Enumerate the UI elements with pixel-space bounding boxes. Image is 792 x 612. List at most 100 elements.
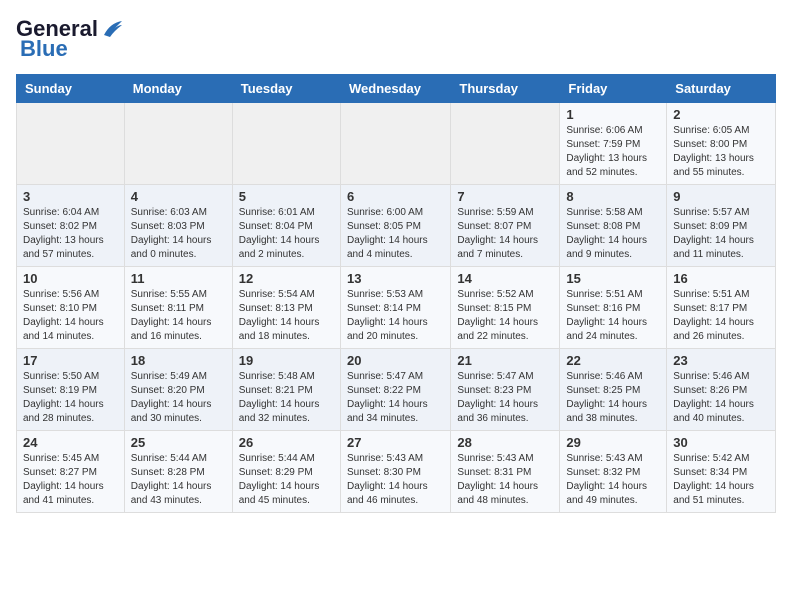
calendar-cell: 11 Sunrise: 5:55 AM Sunset: 8:11 PM Dayli… <box>124 267 232 349</box>
calendar-cell: 2 Sunrise: 6:05 AM Sunset: 8:00 PM Daylig… <box>667 103 776 185</box>
weekday-header-saturday: Saturday <box>667 75 776 103</box>
calendar-cell: 9 Sunrise: 5:57 AM Sunset: 8:09 PM Daylig… <box>667 185 776 267</box>
weekday-header-sunday: Sunday <box>17 75 125 103</box>
calendar-cell: 10 Sunrise: 5:56 AM Sunset: 8:10 PM Dayli… <box>17 267 125 349</box>
calendar-cell: 8 Sunrise: 5:58 AM Sunset: 8:08 PM Daylig… <box>560 185 667 267</box>
calendar-header: SundayMondayTuesdayWednesdayThursdayFrid… <box>17 75 776 103</box>
cell-info: Sunrise: 5:43 AM Sunset: 8:31 PM Dayligh… <box>457 452 553 508</box>
cell-info: Sunrise: 5:43 AM Sunset: 8:32 PM Dayligh… <box>566 452 660 508</box>
day-number: 16 <box>673 271 769 286</box>
cell-info: Sunrise: 6:05 AM Sunset: 8:00 PM Dayligh… <box>673 124 769 180</box>
cell-info: Sunrise: 5:48 AM Sunset: 8:21 PM Dayligh… <box>239 370 334 426</box>
day-number: 27 <box>347 435 444 450</box>
calendar-cell: 17 Sunrise: 5:50 AM Sunset: 8:19 PM Dayli… <box>17 349 125 431</box>
day-number: 14 <box>457 271 553 286</box>
calendar-cell: 25Sunrise: 5:44 AM Sunset: 8:28 PM Dayli… <box>124 431 232 513</box>
cell-info: Sunrise: 5:52 AM Sunset: 8:15 PM Dayligh… <box>457 288 553 344</box>
calendar-body: 1 Sunrise: 6:06 AM Sunset: 7:59 PM Daylig… <box>17 103 776 513</box>
day-number: 17 <box>23 353 118 368</box>
day-number: 5 <box>239 189 334 204</box>
cell-info: Sunrise: 5:50 AM Sunset: 8:19 PM Dayligh… <box>23 370 118 426</box>
cell-info: Sunrise: 5:51 AM Sunset: 8:17 PM Dayligh… <box>673 288 769 344</box>
logo-blue: Blue <box>20 36 68 62</box>
cell-info: Sunrise: 5:43 AM Sunset: 8:30 PM Dayligh… <box>347 452 444 508</box>
cell-info: Sunrise: 5:54 AM Sunset: 8:13 PM Dayligh… <box>239 288 334 344</box>
calendar-cell: 3 Sunrise: 6:04 AM Sunset: 8:02 PM Daylig… <box>17 185 125 267</box>
calendar-cell: 4 Sunrise: 6:03 AM Sunset: 8:03 PM Daylig… <box>124 185 232 267</box>
day-number: 30 <box>673 435 769 450</box>
day-number: 18 <box>131 353 226 368</box>
calendar-cell: 19 Sunrise: 5:48 AM Sunset: 8:21 PM Dayli… <box>232 349 340 431</box>
calendar-cell: 14 Sunrise: 5:52 AM Sunset: 8:15 PM Dayli… <box>451 267 560 349</box>
cell-info: Sunrise: 5:44 AM Sunset: 8:28 PM Dayligh… <box>131 452 226 508</box>
cell-info: Sunrise: 6:04 AM Sunset: 8:02 PM Dayligh… <box>23 206 118 262</box>
day-number: 19 <box>239 353 334 368</box>
calendar-cell <box>17 103 125 185</box>
calendar-cell: 6 Sunrise: 6:00 AM Sunset: 8:05 PM Daylig… <box>340 185 450 267</box>
cell-info: Sunrise: 5:51 AM Sunset: 8:16 PM Dayligh… <box>566 288 660 344</box>
day-number: 28 <box>457 435 553 450</box>
calendar-cell: 21 Sunrise: 5:47 AM Sunset: 8:23 PM Dayli… <box>451 349 560 431</box>
day-number: 9 <box>673 189 769 204</box>
day-number: 1 <box>566 107 660 122</box>
day-number: 15 <box>566 271 660 286</box>
day-number: 2 <box>673 107 769 122</box>
calendar-cell: 26 Sunrise: 5:44 AM Sunset: 8:29 PM Dayli… <box>232 431 340 513</box>
weekday-header-friday: Friday <box>560 75 667 103</box>
calendar-cell: 22 Sunrise: 5:46 AM Sunset: 8:25 PM Dayli… <box>560 349 667 431</box>
calendar-cell <box>124 103 232 185</box>
calendar-cell: 7Sunrise: 5:59 AM Sunset: 8:07 PM Daylig… <box>451 185 560 267</box>
day-number: 8 <box>566 189 660 204</box>
cell-info: Sunrise: 5:47 AM Sunset: 8:22 PM Dayligh… <box>347 370 444 426</box>
day-number: 11 <box>131 271 226 286</box>
day-number: 3 <box>23 189 118 204</box>
calendar-cell: 28 Sunrise: 5:43 AM Sunset: 8:31 PM Dayli… <box>451 431 560 513</box>
calendar-cell <box>340 103 450 185</box>
cell-info: Sunrise: 5:46 AM Sunset: 8:26 PM Dayligh… <box>673 370 769 426</box>
day-number: 21 <box>457 353 553 368</box>
day-number: 10 <box>23 271 118 286</box>
day-number: 6 <box>347 189 444 204</box>
logo: General Blue <box>16 16 124 62</box>
logo-bird-icon <box>102 19 124 39</box>
day-number: 23 <box>673 353 769 368</box>
weekday-header-thursday: Thursday <box>451 75 560 103</box>
cell-info: Sunrise: 5:56 AM Sunset: 8:10 PM Dayligh… <box>23 288 118 344</box>
day-number: 26 <box>239 435 334 450</box>
page: General Blue SundayMondayTuesdayWednesda… <box>0 0 792 529</box>
calendar-cell: 18 Sunrise: 5:49 AM Sunset: 8:20 PM Dayli… <box>124 349 232 431</box>
calendar-cell: 23 Sunrise: 5:46 AM Sunset: 8:26 PM Dayli… <box>667 349 776 431</box>
day-number: 4 <box>131 189 226 204</box>
day-number: 22 <box>566 353 660 368</box>
cell-info: Sunrise: 5:44 AM Sunset: 8:29 PM Dayligh… <box>239 452 334 508</box>
cell-info: Sunrise: 5:45 AM Sunset: 8:27 PM Dayligh… <box>23 452 118 508</box>
calendar-cell: 13 Sunrise: 5:53 AM Sunset: 8:14 PM Dayli… <box>340 267 450 349</box>
weekday-header-monday: Monday <box>124 75 232 103</box>
calendar-cell: 15 Sunrise: 5:51 AM Sunset: 8:16 PM Dayli… <box>560 267 667 349</box>
cell-info: Sunrise: 6:06 AM Sunset: 7:59 PM Dayligh… <box>566 124 660 180</box>
calendar-cell: 20Sunrise: 5:47 AM Sunset: 8:22 PM Dayli… <box>340 349 450 431</box>
cell-info: Sunrise: 5:53 AM Sunset: 8:14 PM Dayligh… <box>347 288 444 344</box>
day-number: 24 <box>23 435 118 450</box>
cell-info: Sunrise: 5:55 AM Sunset: 8:11 PM Dayligh… <box>131 288 226 344</box>
day-number: 13 <box>347 271 444 286</box>
day-number: 29 <box>566 435 660 450</box>
cell-info: Sunrise: 5:59 AM Sunset: 8:07 PM Dayligh… <box>457 206 553 262</box>
calendar-cell: 24 Sunrise: 5:45 AM Sunset: 8:27 PM Dayli… <box>17 431 125 513</box>
cell-info: Sunrise: 5:57 AM Sunset: 8:09 PM Dayligh… <box>673 206 769 262</box>
cell-info: Sunrise: 5:47 AM Sunset: 8:23 PM Dayligh… <box>457 370 553 426</box>
calendar-cell: 29 Sunrise: 5:43 AM Sunset: 8:32 PM Dayli… <box>560 431 667 513</box>
cell-info: Sunrise: 5:42 AM Sunset: 8:34 PM Dayligh… <box>673 452 769 508</box>
calendar-cell: 12 Sunrise: 5:54 AM Sunset: 8:13 PM Dayli… <box>232 267 340 349</box>
cell-info: Sunrise: 5:49 AM Sunset: 8:20 PM Dayligh… <box>131 370 226 426</box>
cell-info: Sunrise: 5:58 AM Sunset: 8:08 PM Dayligh… <box>566 206 660 262</box>
calendar-cell: 5 Sunrise: 6:01 AM Sunset: 8:04 PM Daylig… <box>232 185 340 267</box>
weekday-header-tuesday: Tuesday <box>232 75 340 103</box>
day-number: 12 <box>239 271 334 286</box>
cell-info: Sunrise: 6:00 AM Sunset: 8:05 PM Dayligh… <box>347 206 444 262</box>
calendar: SundayMondayTuesdayWednesdayThursdayFrid… <box>16 74 776 513</box>
cell-info: Sunrise: 6:03 AM Sunset: 8:03 PM Dayligh… <box>131 206 226 262</box>
cell-info: Sunrise: 6:01 AM Sunset: 8:04 PM Dayligh… <box>239 206 334 262</box>
cell-info: Sunrise: 5:46 AM Sunset: 8:25 PM Dayligh… <box>566 370 660 426</box>
calendar-cell <box>451 103 560 185</box>
